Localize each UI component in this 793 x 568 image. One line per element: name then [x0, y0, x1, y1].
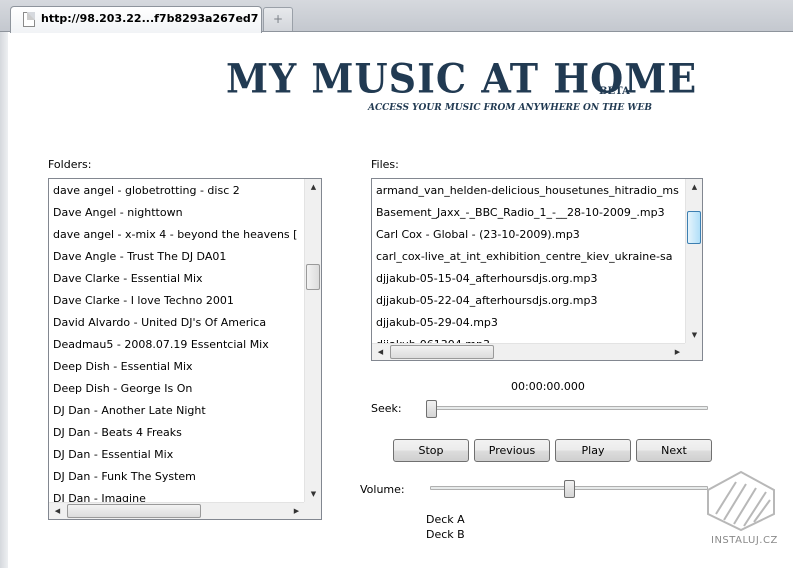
scroll-right-icon[interactable]: ▶ [669, 344, 686, 360]
folders-vertical-scrollbar[interactable]: ▲ ▼ [304, 179, 321, 503]
tab-title: http://98.203.22...f7b8293a267ed7 [41, 12, 259, 25]
scroll-down-icon[interactable]: ▼ [305, 486, 321, 503]
next-button[interactable]: Next [636, 439, 712, 462]
files-list-item[interactable]: djjakub-05-15-04_afterhoursdjs.org.mp3 [372, 268, 686, 290]
previous-button[interactable]: Previous [474, 439, 550, 462]
folders-items: dave angel - globetrotting - disc 2 Dave … [49, 179, 305, 502]
folders-list-item[interactable]: DJ Dan - Beats 4 Freaks [49, 422, 305, 444]
new-tab-button[interactable]: + [263, 7, 293, 31]
folders-horizontal-scrollbar[interactable]: ◀ ▶ [49, 502, 305, 519]
stop-button[interactable]: Stop [393, 439, 469, 462]
app-title: MY MUSIC AT HOME [226, 54, 698, 103]
files-vscroll-thumb[interactable] [687, 211, 701, 244]
beta-badge: BETA [599, 86, 630, 97]
files-hscroll-thumb[interactable] [390, 345, 494, 359]
files-list-item[interactable]: djjakub-05-29-04.mp3 [372, 312, 686, 334]
folders-list-item[interactable]: Deadmau5 - 2008.07.19 Essentcial Mix [49, 334, 305, 356]
volume-label: Volume: [360, 483, 405, 496]
folders-vscroll-thumb[interactable] [306, 264, 320, 290]
seek-slider[interactable] [426, 399, 708, 419]
folders-label: Folders: [48, 158, 92, 171]
browser-tab-bar: http://98.203.22...f7b8293a267ed7 + [0, 0, 793, 33]
seek-label: Seek: [371, 402, 402, 415]
files-horizontal-scrollbar[interactable]: ◀ ▶ [372, 343, 686, 360]
files-list-item[interactable]: carl_cox-live_at_int_exhibition_centre_k… [372, 246, 686, 268]
scroll-down-icon[interactable]: ▼ [686, 327, 702, 344]
watermark-text: INSTALUJ.CZ [711, 535, 778, 546]
folders-list-item[interactable]: Dave Clarke - I love Techno 2001 [49, 290, 305, 312]
page-icon [23, 12, 35, 27]
files-label: Files: [371, 158, 399, 171]
app-tagline: ACCESS YOUR MUSIC FROM ANYWHERE ON THE W… [368, 103, 652, 113]
folders-list-item[interactable]: DJ Dan - Funk The System [49, 466, 305, 488]
scroll-left-icon[interactable]: ◀ [372, 344, 389, 360]
folders-list-item[interactable]: Dave Angle - Trust The DJ DA01 [49, 246, 305, 268]
folders-list-item[interactable]: Deep Dish - George Is On [49, 378, 305, 400]
folders-list-item[interactable]: dave angel - x-mix 4 - beyond the heaven… [49, 224, 305, 246]
volume-thumb[interactable] [564, 480, 575, 498]
deck-b-label: Deck B [426, 528, 465, 541]
browser-tab[interactable]: http://98.203.22...f7b8293a267ed7 [10, 6, 262, 33]
folders-list-item[interactable]: DJ Dan - Essential Mix [49, 444, 305, 466]
folders-list-item[interactable]: Dave Angel - nighttown [49, 202, 305, 224]
folders-list-item[interactable]: DJ Dan - Another Late Night [49, 400, 305, 422]
scroll-up-icon[interactable]: ▲ [305, 179, 321, 196]
files-list-item[interactable]: armand_van_helden-delicious_housetunes_h… [372, 180, 686, 202]
folders-list-item[interactable]: Dave Clarke - Essential Mix [49, 268, 305, 290]
scrollbar-corner [304, 502, 321, 519]
files-list-item[interactable]: Carl Cox - Global - (23-10-2009).mp3 [372, 224, 686, 246]
folders-list-item[interactable]: dave angel - globetrotting - disc 2 [49, 180, 305, 202]
files-items: armand_van_helden-delicious_housetunes_h… [372, 179, 686, 343]
folders-hscroll-thumb[interactable] [67, 504, 201, 518]
scroll-left-icon[interactable]: ◀ [49, 503, 66, 519]
folders-list-item[interactable]: David Alvardo - United DJ's Of America [49, 312, 305, 334]
window-edge [0, 32, 8, 568]
deck-a-label: Deck A [426, 513, 465, 526]
folders-list-item[interactable]: Deep Dish - Essential Mix [49, 356, 305, 378]
folders-list-item[interactable]: DJ Dan - Imagine [49, 488, 305, 502]
play-button[interactable]: Play [555, 439, 631, 462]
files-list-item[interactable]: djjakub-05-22-04_afterhoursdjs.org.mp3 [372, 290, 686, 312]
scroll-up-icon[interactable]: ▲ [686, 179, 702, 196]
folders-list[interactable]: dave angel - globetrotting - disc 2 Dave … [48, 178, 322, 520]
time-display: 00:00:00.000 [511, 380, 585, 393]
seek-thumb[interactable] [426, 400, 437, 418]
scrollbar-corner [685, 343, 702, 360]
scroll-right-icon[interactable]: ▶ [288, 503, 305, 519]
files-list-item[interactable]: Basement_Jaxx_-_BBC_Radio_1_-__28-10-200… [372, 202, 686, 224]
files-vertical-scrollbar[interactable]: ▲ ▼ [685, 179, 702, 344]
volume-slider[interactable] [430, 479, 708, 499]
watermark-logo-icon [707, 470, 775, 532]
files-list-item[interactable]: djjakub-061304.mp3 [372, 334, 686, 343]
seek-track[interactable] [426, 406, 708, 410]
files-list[interactable]: armand_van_helden-delicious_housetunes_h… [371, 178, 703, 361]
